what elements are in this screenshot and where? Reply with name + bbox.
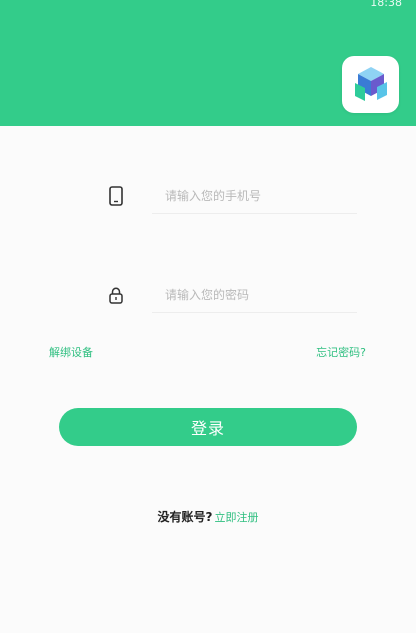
lock-icon	[106, 285, 126, 305]
phone-input-underline	[152, 213, 357, 214]
phone-input[interactable]	[165, 187, 355, 205]
app-logo	[342, 56, 399, 113]
register-row: 没有账号? 立即注册	[0, 508, 416, 525]
login-button[interactable]: 登录	[59, 408, 357, 446]
unbind-device-link[interactable]: 解绑设备	[49, 344, 93, 360]
password-input[interactable]	[165, 286, 355, 304]
register-link[interactable]: 立即注册	[214, 511, 258, 524]
status-bar-time: 18:38	[370, 0, 402, 9]
no-account-text: 没有账号?	[157, 510, 213, 524]
header-banner: 18:38	[0, 0, 416, 126]
cube-logo-icon	[354, 66, 387, 101]
phone-icon	[106, 184, 126, 208]
password-input-underline	[152, 312, 357, 313]
forgot-password-link[interactable]: 忘记密码?	[316, 344, 366, 360]
